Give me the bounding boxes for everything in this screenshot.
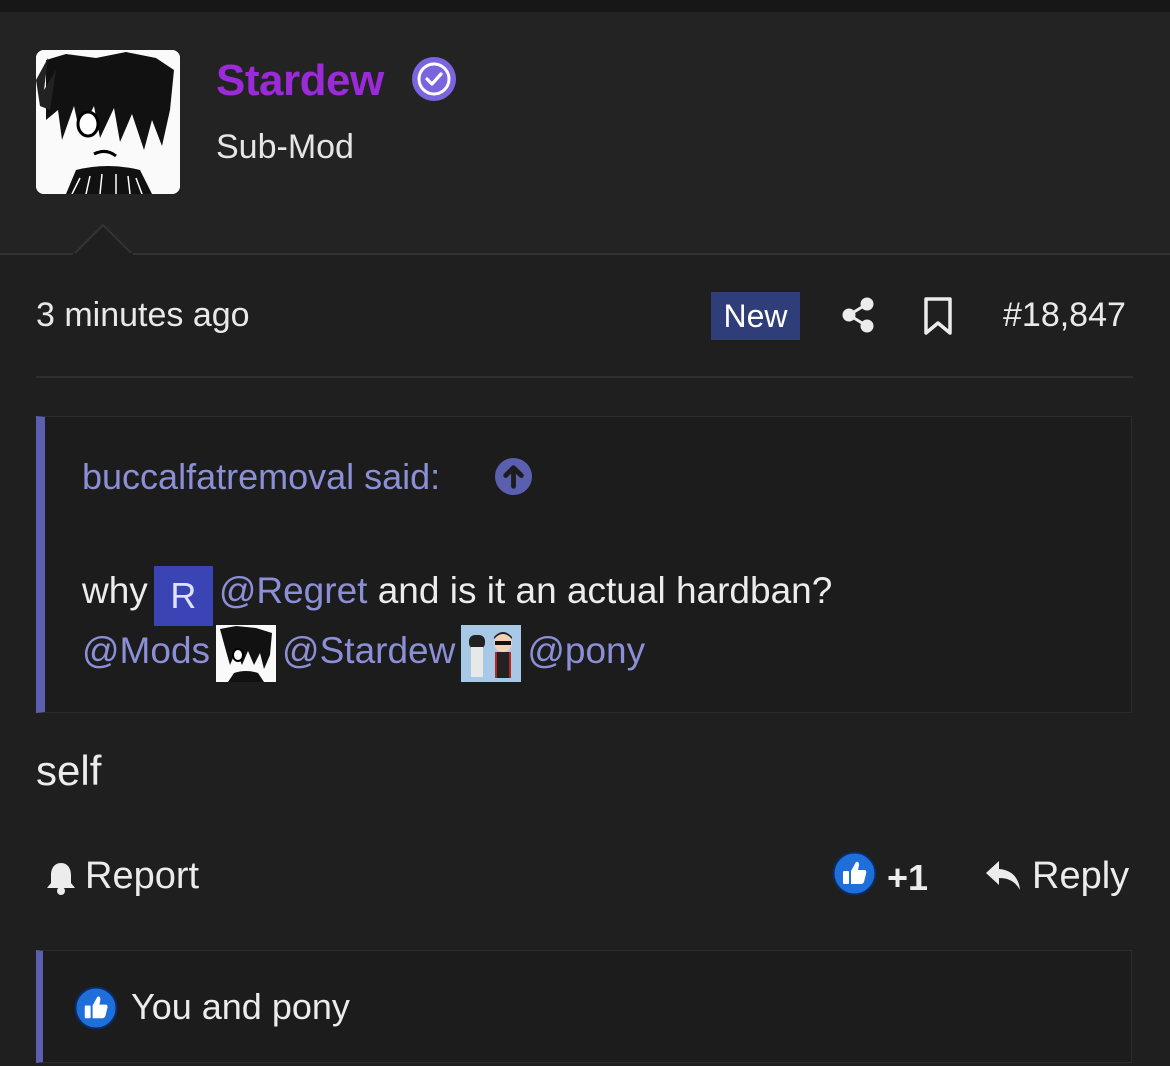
like-reaction-icon xyxy=(74,986,118,1030)
mention-stardew[interactable]: @Stardew xyxy=(282,625,455,677)
jump-to-quote-icon[interactable] xyxy=(494,457,533,496)
quote-text: why xyxy=(82,570,148,611)
like-count[interactable]: +1 xyxy=(887,857,928,899)
quote-text-line-2: @Mods @Stardew @pony xyxy=(82,625,645,683)
report-button[interactable]: Report xyxy=(85,855,199,898)
top-bar xyxy=(0,0,1170,12)
username[interactable]: Stardew xyxy=(216,56,384,106)
post-timestamp[interactable]: 3 minutes ago xyxy=(36,296,250,335)
pony-mini-drawing xyxy=(461,625,522,682)
quote-text-line-1: why R @Regret and is it an actual hardban? xyxy=(82,566,832,626)
stardew-mini-drawing xyxy=(216,625,277,682)
bell-icon[interactable] xyxy=(45,860,77,896)
regret-avatar[interactable]: R xyxy=(153,566,213,626)
mention-regret[interactable]: @Regret xyxy=(219,566,368,616)
header-pointer xyxy=(73,224,133,255)
mention-mods[interactable]: @Mods xyxy=(82,625,210,677)
meta-divider xyxy=(36,376,1133,378)
new-badge: New xyxy=(711,292,800,340)
reply-arrow-icon[interactable] xyxy=(984,859,1022,893)
post-number-link[interactable]: #18,847 xyxy=(1003,296,1126,335)
reply-button[interactable]: Reply xyxy=(1032,855,1129,898)
bookmark-icon[interactable] xyxy=(922,296,954,336)
user-title: Sub-Mod xyxy=(216,128,354,166)
quote-author[interactable]: buccalfatremoval said: xyxy=(82,456,440,498)
post-body: self xyxy=(36,747,102,794)
header-divider xyxy=(0,253,1170,255)
quote-text: and is it an actual hardban? xyxy=(377,570,833,611)
verified-check-icon xyxy=(412,57,456,101)
stardew-mini-avatar[interactable] xyxy=(216,625,277,682)
avatar-drawing xyxy=(36,50,180,194)
reactions-summary-text[interactable]: You and pony xyxy=(131,986,350,1028)
user-avatar[interactable] xyxy=(36,50,180,194)
share-icon[interactable] xyxy=(838,295,878,335)
like-reaction-icon[interactable] xyxy=(832,851,877,896)
mention-pony[interactable]: @pony xyxy=(527,625,645,677)
pony-mini-avatar[interactable] xyxy=(461,625,522,682)
